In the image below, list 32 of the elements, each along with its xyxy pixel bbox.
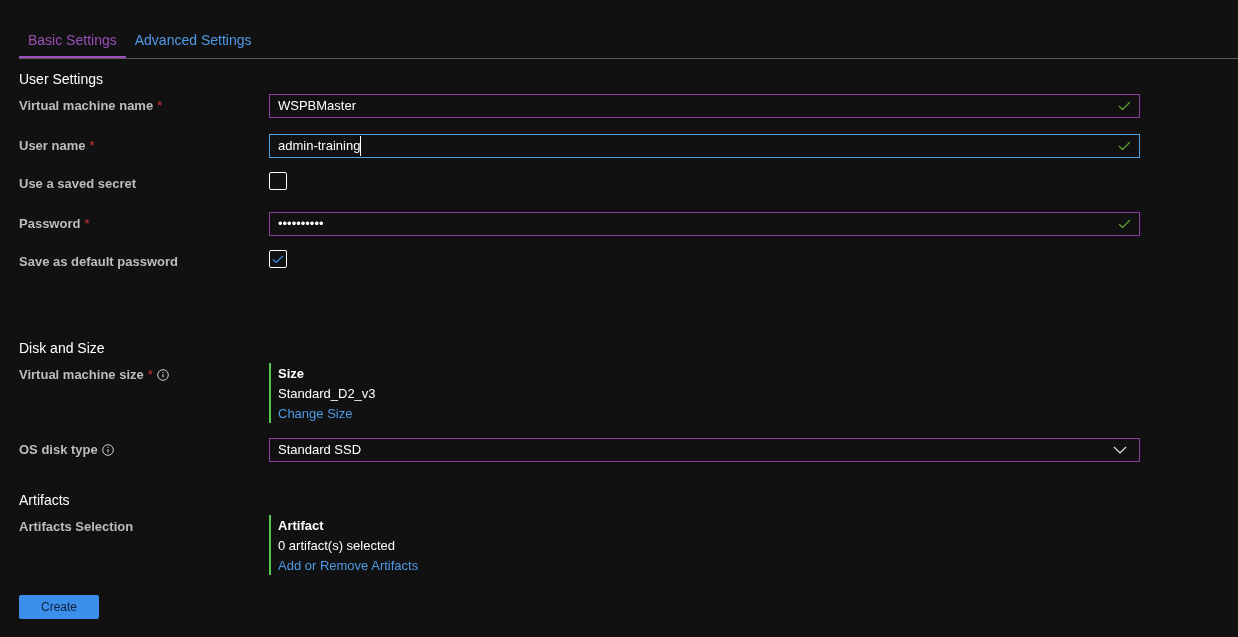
field-label: User name bbox=[19, 137, 86, 155]
create-button[interactable]: Create bbox=[19, 595, 99, 619]
text-field[interactable]: admin-training bbox=[269, 134, 1140, 158]
checkbox[interactable] bbox=[269, 172, 287, 190]
checkmark-icon bbox=[272, 254, 284, 264]
selection-heading: Artifact bbox=[278, 517, 325, 534]
selection-link[interactable]: Add or Remove Artifacts bbox=[278, 556, 419, 574]
tab[interactable]: Advanced Settings bbox=[125, 26, 261, 58]
selection-value: Standard_D2_v3 bbox=[278, 385, 376, 402]
field-label: Virtual machine size bbox=[19, 366, 144, 384]
section-heading: Disk and Size bbox=[19, 340, 106, 357]
field-label: Save as default password bbox=[19, 253, 178, 271]
required-asterisk: * bbox=[147, 366, 153, 384]
field-label: Virtual machine name bbox=[19, 97, 154, 115]
dropdown[interactable]: Standard SSD bbox=[269, 438, 1140, 462]
text-field[interactable]: WSPBMaster bbox=[269, 94, 1140, 118]
required-asterisk: * bbox=[157, 97, 163, 115]
required-asterisk: * bbox=[84, 215, 90, 233]
chevron-down-icon bbox=[1113, 446, 1127, 454]
field-label: Artifacts Selection bbox=[19, 518, 134, 536]
text-field[interactable]: •••••••••• bbox=[269, 212, 1140, 236]
tab[interactable]: Basic Settings bbox=[19, 26, 126, 58]
field-label: Use a saved secret bbox=[19, 175, 137, 193]
field-label: Password bbox=[19, 215, 81, 233]
section-heading: User Settings bbox=[19, 71, 105, 88]
selection-link[interactable]: Change Size bbox=[278, 404, 376, 422]
section-heading: Artifacts bbox=[19, 492, 71, 509]
required-asterisk: * bbox=[89, 137, 95, 155]
checkbox[interactable] bbox=[269, 250, 287, 268]
selection-heading: Size bbox=[278, 365, 305, 382]
selection-value: 0 artifact(s) selected bbox=[278, 537, 397, 554]
field-label: OS disk type bbox=[19, 441, 98, 459]
